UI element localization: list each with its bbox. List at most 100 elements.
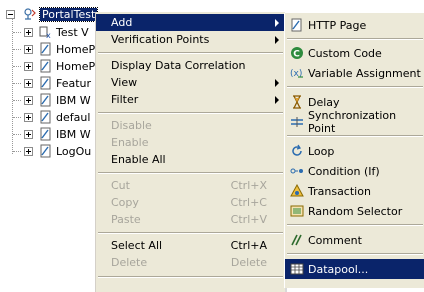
tree-node[interactable]: x Test V (13, 24, 89, 40)
menu-item-enable-all[interactable]: Enable All (96, 151, 285, 168)
expand-icon[interactable] (24, 27, 33, 37)
sync-point-icon (291, 117, 303, 127)
submenu-item-label: Transaction (308, 184, 371, 198)
submenu-separator (287, 224, 423, 226)
custom-code-icon: C (291, 47, 303, 60)
submenu-arrow-icon (275, 19, 279, 27)
tree-node-label: Featur (56, 76, 92, 90)
svg-text:x: x (46, 31, 51, 39)
menu-item-label: Enable All (111, 153, 166, 166)
tree-node[interactable]: HomeP (13, 41, 96, 57)
submenu-item-label: Condition (If) (308, 164, 380, 178)
page-icon (40, 42, 51, 56)
submenu-item-synchronization-point[interactable]: Synchronization Point (285, 109, 424, 135)
comment-icon (291, 234, 302, 246)
expand-icon[interactable] (24, 146, 33, 156)
page-icon (40, 144, 51, 158)
submenu-item-http-page[interactable]: HTTP Page (285, 15, 424, 35)
tree-node[interactable]: LogOu (13, 143, 92, 159)
tree-node-label: HomeP (56, 42, 96, 56)
shortcut-label: Ctrl+X (230, 179, 267, 192)
menu-separator (98, 112, 283, 114)
menu-separator (98, 172, 283, 174)
menu-item-add[interactable]: Add (96, 14, 285, 31)
tree-node[interactable]: HomeP (13, 58, 96, 74)
submenu-separator (287, 38, 423, 40)
submenu-item-label: Variable Assignment (308, 66, 421, 80)
svg-text:C: C (293, 50, 300, 60)
menu-item-verification-points[interactable]: Verification Points (96, 31, 285, 48)
submenu-item-label: Datapool... (308, 262, 369, 276)
menu-item-delete[interactable]: Delete Delete (96, 254, 285, 271)
tree-node-label: HomeP (56, 59, 96, 73)
context-menu: Add Verification Points Display Data Cor… (95, 12, 285, 292)
random-selector-icon (290, 205, 304, 217)
page-icon (40, 110, 51, 124)
submenu-item-random-selector[interactable]: Random Selector (285, 201, 424, 221)
page-icon (40, 127, 51, 141)
expand-icon[interactable] (24, 129, 33, 139)
menu-item-label: Filter (111, 93, 139, 106)
menu-item-label: Paste (111, 213, 141, 226)
expand-icon[interactable] (24, 61, 33, 71)
menu-item-view[interactable]: View (96, 74, 285, 91)
expand-icon[interactable] (24, 44, 33, 54)
menu-item-label: Copy (111, 196, 139, 209)
test-icon (24, 8, 36, 20)
submenu-item-label: Comment (308, 233, 362, 247)
tree-node-label: LogOu (56, 144, 92, 158)
variables-icon: x (39, 26, 51, 39)
menu-item-label: Display Data Correlation (111, 59, 246, 72)
submenu-separator (287, 86, 423, 88)
tree-node-label: IBM W (56, 93, 91, 107)
tree-root-node[interactable]: PortalTest (6, 6, 99, 22)
submenu-item-loop[interactable]: Loop (285, 141, 424, 161)
expand-icon[interactable] (24, 112, 33, 122)
page-icon (40, 59, 51, 73)
menu-item-label: Add (111, 16, 133, 29)
collapse-icon[interactable] (6, 9, 15, 19)
menu-item-cut[interactable]: Cut Ctrl+X (96, 177, 285, 194)
menu-item-display-data-correlation[interactable]: Display Data Correlation (96, 57, 285, 74)
submenu-item-label: HTTP Page (308, 18, 367, 32)
condition-icon (290, 168, 303, 174)
tree-node-label: Test V (56, 25, 89, 39)
transaction-icon (290, 184, 304, 197)
shortcut-label: Ctrl+A (230, 239, 267, 252)
expand-icon[interactable] (24, 78, 33, 88)
menu-item-label: View (111, 76, 138, 89)
editor-edge (392, 0, 424, 14)
submenu-item-condition[interactable]: Condition (If) (285, 161, 424, 181)
http-page-icon (291, 18, 302, 32)
menu-item-label: Disable (111, 119, 152, 132)
menu-item-copy[interactable]: Copy Ctrl+C (96, 194, 285, 211)
expand-icon[interactable] (24, 95, 33, 105)
submenu-item-label: Delay (308, 95, 340, 109)
menu-item-filter[interactable]: Filter (96, 91, 285, 108)
loop-icon (292, 144, 302, 156)
submenu-separator (287, 135, 423, 137)
menu-item-label: Select All (111, 239, 163, 252)
menu-item-label: Enable (111, 136, 149, 149)
menu-item-disable[interactable]: Disable (96, 117, 285, 134)
menu-item-paste[interactable]: Paste Ctrl+V (96, 211, 285, 228)
submenu-item-variable-assignment[interactable]: (x) Variable Assignment (285, 63, 424, 83)
tree-guide-line (12, 14, 13, 154)
submenu-item-label: Loop (308, 144, 335, 158)
tree-node[interactable]: Featur (13, 75, 92, 91)
menu-item-select-all[interactable]: Select All Ctrl+A (96, 237, 285, 254)
add-submenu: HTTP Page C Custom Code (x) Variable Ass… (284, 13, 424, 288)
submenu-item-datapool[interactable]: Datapool... (285, 259, 424, 279)
menu-separator (98, 232, 283, 234)
tree-node-label: defaul (56, 110, 91, 124)
page-icon (40, 93, 51, 107)
submenu-item-custom-code[interactable]: C Custom Code (285, 43, 424, 63)
tree-root-label[interactable]: PortalTest (38, 6, 99, 22)
tree-node[interactable]: IBM W (13, 126, 91, 142)
submenu-item-transaction[interactable]: Transaction (285, 181, 424, 201)
menu-item-enable[interactable]: Enable (96, 134, 285, 151)
submenu-item-label: Random Selector (308, 204, 403, 218)
submenu-item-comment[interactable]: Comment (285, 230, 424, 250)
tree-node[interactable]: defaul (13, 109, 91, 125)
tree-node[interactable]: IBM W (13, 92, 91, 108)
